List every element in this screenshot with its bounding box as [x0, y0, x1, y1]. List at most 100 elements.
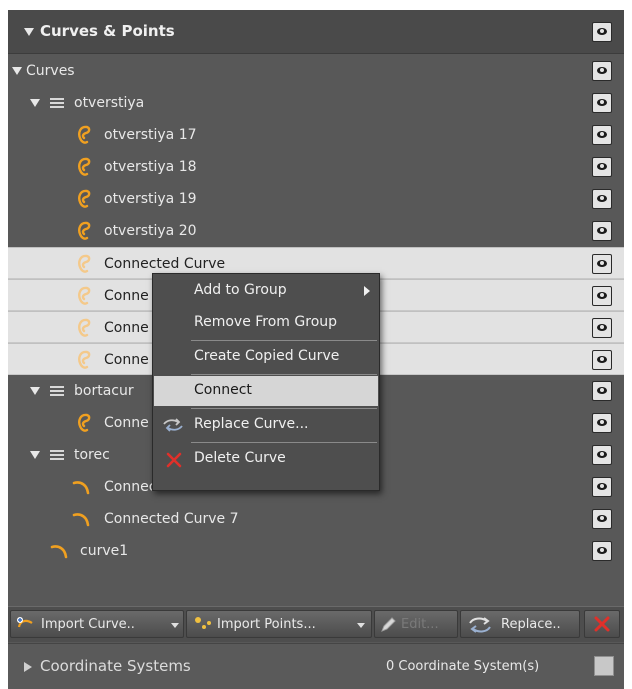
- import-curve-icon: [17, 617, 33, 628]
- coordinate-systems-section[interactable]: Coordinate Systems 0 Coordinate System(s…: [8, 643, 624, 689]
- replace-button[interactable]: Replace..: [460, 610, 580, 638]
- curve-icon: [78, 286, 91, 305]
- expand-triangle-icon[interactable]: [12, 67, 22, 75]
- coordinate-systems-count: 0 Coordinate System(s): [386, 659, 540, 674]
- coordinate-systems-toggle[interactable]: [594, 656, 614, 676]
- menu-item-delete-curve[interactable]: Delete Curve: [154, 444, 378, 474]
- eye-icon[interactable]: [592, 125, 612, 145]
- tree-item-curve[interactable]: otverstiya 18: [8, 151, 624, 183]
- import-points-icon: [195, 617, 211, 629]
- tree-item-curve[interactable]: otverstiya 17: [8, 119, 624, 151]
- dropdown-arrow-icon: [357, 623, 365, 628]
- dropdown-arrow-icon: [171, 623, 179, 628]
- eye-icon[interactable]: [592, 61, 612, 81]
- curve-icon: [78, 125, 91, 144]
- eye-icon[interactable]: [592, 350, 612, 370]
- eye-icon[interactable]: [592, 189, 612, 209]
- import-points-label: Import Points...: [217, 617, 316, 632]
- tree-item-label: otverstiya: [74, 95, 145, 111]
- expand-triangle-icon[interactable]: [30, 387, 40, 395]
- eye-icon[interactable]: [592, 157, 612, 177]
- tree-item-label: otverstiya 20: [104, 223, 197, 239]
- expand-triangle-icon[interactable]: [30, 99, 40, 107]
- tree-root-curves[interactable]: Curves: [8, 55, 624, 87]
- menu-separator: [191, 408, 377, 409]
- import-curve-label: Import Curve..: [41, 617, 135, 632]
- tree-item-label: otverstiya 17: [104, 127, 197, 143]
- curve-icon: [78, 254, 91, 273]
- folder-icon: [50, 98, 64, 108]
- folder-icon: [50, 450, 64, 460]
- eye-icon[interactable]: [592, 318, 612, 338]
- curve-icon: [78, 318, 91, 337]
- tree-item-label: torec: [74, 447, 110, 463]
- tree-item-label: curve1: [80, 543, 129, 559]
- eye-icon[interactable]: [592, 541, 612, 561]
- import-points-button[interactable]: Import Points...: [186, 610, 372, 638]
- tree-item-label: Curves: [26, 63, 75, 79]
- menu-item-label: Create Copied Curve: [194, 348, 340, 364]
- tree-item-arc[interactable]: Connected Curve 7: [8, 503, 624, 535]
- eye-icon[interactable]: [592, 477, 612, 497]
- eye-icon[interactable]: [592, 22, 612, 42]
- eye-icon[interactable]: [592, 286, 612, 306]
- curve-icon: [78, 221, 91, 240]
- tree-item-label: Conne: [104, 288, 149, 304]
- import-curve-button[interactable]: Import Curve..: [10, 610, 184, 638]
- tree-item-label: Conne: [104, 415, 149, 431]
- curve-icon: [78, 413, 91, 432]
- eye-icon[interactable]: [592, 509, 612, 529]
- tree-item-label: Connected Curve: [104, 256, 226, 272]
- context-menu: Add to Group Remove From Group Create Co…: [152, 273, 380, 491]
- curve-icon: [78, 350, 91, 369]
- eye-icon[interactable]: [592, 445, 612, 465]
- eye-icon[interactable]: [592, 221, 612, 241]
- expand-triangle-icon[interactable]: [30, 451, 40, 459]
- arc-curve-icon: [72, 513, 90, 527]
- tree-item-label: Conne: [104, 352, 149, 368]
- menu-item-connect[interactable]: Connect: [154, 376, 378, 406]
- tree-item-label: otverstiya 19: [104, 191, 197, 207]
- replace-label: Replace..: [501, 617, 561, 632]
- tree-item-curve[interactable]: otverstiya 19: [8, 183, 624, 215]
- menu-separator: [191, 340, 377, 341]
- arc-curve-icon: [72, 481, 90, 495]
- menu-separator: [191, 442, 377, 443]
- tree-item-label: bortacur: [74, 383, 134, 399]
- menu-item-label: Connect: [194, 382, 252, 398]
- delete-button[interactable]: [584, 610, 620, 638]
- tree-item-label: Conne: [104, 320, 149, 336]
- tree-item-curve[interactable]: otverstiya 20: [8, 215, 624, 247]
- collapse-triangle-icon[interactable]: [24, 27, 34, 36]
- replace-icon: [469, 617, 491, 633]
- replace-icon: [163, 418, 183, 432]
- submenu-arrow-icon: [364, 286, 370, 296]
- tree-group-otverstiya[interactable]: otverstiya: [8, 87, 624, 119]
- menu-item-remove-from-group[interactable]: Remove From Group: [154, 308, 378, 338]
- tree-item-label: otverstiya 18: [104, 159, 197, 175]
- menu-separator: [191, 374, 377, 375]
- menu-item-label: Add to Group: [194, 282, 287, 298]
- edit-button[interactable]: Edit...: [374, 610, 458, 638]
- curve-icon: [78, 189, 91, 208]
- menu-item-replace-curve[interactable]: Replace Curve...: [154, 410, 378, 440]
- expand-triangle-icon[interactable]: [24, 661, 32, 672]
- delete-x-icon: [166, 452, 182, 468]
- arc-curve-icon: [50, 545, 68, 559]
- eye-icon[interactable]: [592, 381, 612, 401]
- menu-item-add-to-group[interactable]: Add to Group: [154, 276, 378, 306]
- menu-item-label: Delete Curve: [194, 450, 286, 466]
- coordinate-systems-header[interactable]: Coordinate Systems: [24, 657, 191, 675]
- curve-icon: [78, 157, 91, 176]
- eye-icon[interactable]: [592, 254, 612, 274]
- eye-icon[interactable]: [592, 93, 612, 113]
- menu-item-label: Replace Curve...: [194, 416, 309, 432]
- edit-label: Edit...: [401, 617, 439, 632]
- panel-title: Curves & Points: [24, 22, 175, 40]
- menu-item-create-copied-curve[interactable]: Create Copied Curve: [154, 342, 378, 372]
- delete-x-icon: [594, 616, 610, 632]
- tree-item-label: Connected Curve 7: [104, 511, 239, 527]
- panel-header[interactable]: Curves & Points: [8, 10, 624, 54]
- tree-item-arc[interactable]: curve1: [8, 535, 624, 567]
- eye-icon[interactable]: [592, 413, 612, 433]
